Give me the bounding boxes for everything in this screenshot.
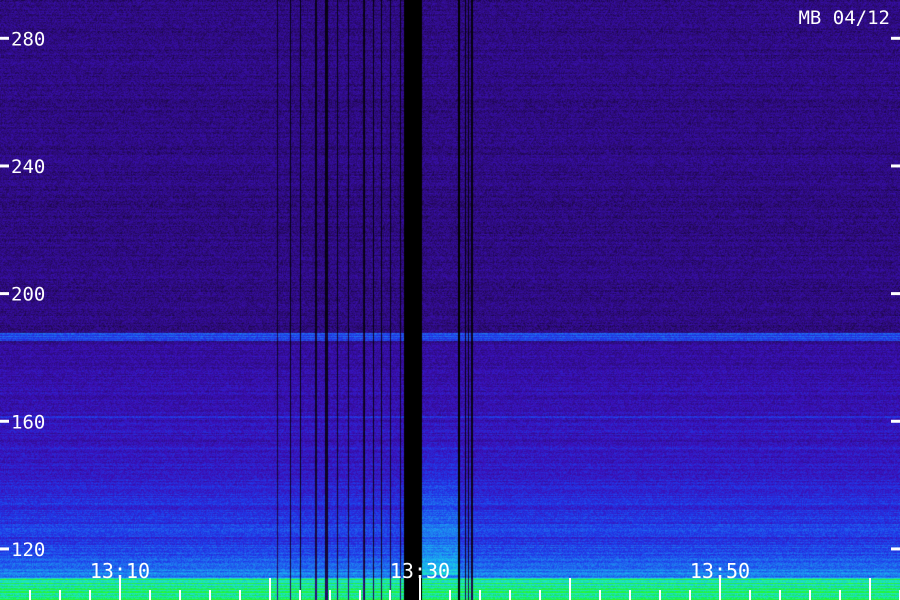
y-tick-label: 240 [11,156,45,178]
spectrogram-chart: MB 04/12 120 160 200 240 280 13:10 13:30 13:50 [0,0,900,600]
y-tick-label: 160 [11,411,45,433]
x-tick-label: 13:50 [690,559,750,583]
x-tick-label: 13:30 [390,559,450,583]
y-tick-label: 120 [11,539,45,561]
x-axis: 13:10 13:30 13:50 [29,559,900,600]
axes-overlay: MB 04/12 120 160 200 240 280 13:10 13:30 13:50 [0,7,900,600]
chart-title: MB 04/12 [798,7,890,29]
y-tick-label: 200 [11,284,45,306]
y-axis: 120 160 200 240 280 [0,28,900,561]
x-tick-label: 13:10 [90,559,150,583]
y-tick-label: 280 [11,28,45,50]
